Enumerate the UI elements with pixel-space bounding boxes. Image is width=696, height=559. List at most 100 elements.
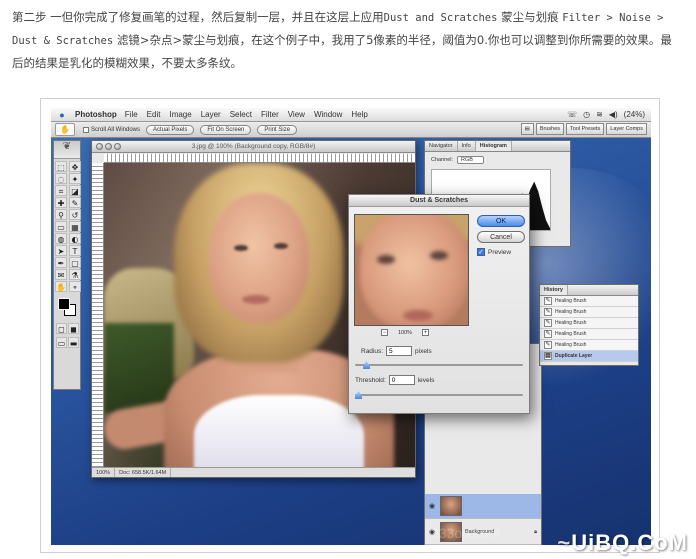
layer-row-copy[interactable]: ◉ — [425, 494, 541, 519]
preview-zoom-level: 100% — [398, 329, 413, 336]
zoom-level[interactable]: 100% — [92, 468, 116, 477]
gradient-tool-icon[interactable]: ▦ — [69, 221, 81, 232]
pen-tool-icon[interactable]: ✒ — [55, 257, 67, 268]
radius-slider[interactable] — [355, 361, 523, 369]
palette-well-icon[interactable]: ▤ — [520, 123, 534, 135]
path-select-tool-icon[interactable]: ➤ — [55, 245, 67, 256]
menu-select[interactable]: Select — [230, 110, 252, 119]
scroll-all-windows-label: Scroll All Windows — [91, 126, 141, 133]
blur-tool-icon[interactable]: ◍ — [55, 233, 67, 244]
app-name[interactable]: Photoshop — [75, 110, 117, 119]
crop-tool-icon[interactable]: ⌗ — [55, 185, 67, 196]
photo-white-top — [194, 395, 364, 467]
tab-histogram[interactable]: Histogram — [475, 141, 512, 151]
zoom-in-button[interactable]: + — [422, 329, 430, 336]
doc-size-info[interactable]: Doc: 658.5K/1.64M — [115, 468, 172, 477]
lock-icon: 🔒︎ — [534, 528, 537, 535]
type-tool-icon[interactable]: T — [69, 245, 81, 256]
well-brushes[interactable]: Brushes — [535, 123, 565, 135]
layer-visibility-eye-icon[interactable]: ◉ — [429, 502, 437, 510]
history-brush-tool-icon[interactable]: ↺ — [69, 209, 81, 220]
history-item[interactable]: ✎ Healing Brush — [540, 296, 638, 307]
wifi-icon[interactable]: ≋ — [596, 110, 603, 119]
hand-tool-icon-tb[interactable]: ✋ — [55, 281, 67, 292]
quick-mask-icon[interactable]: ◼ — [68, 323, 79, 334]
threshold-label: Threshold: — [355, 376, 386, 384]
tab-navigator[interactable]: Navigator — [425, 141, 458, 151]
eraser-tool-icon[interactable]: ▭ — [55, 221, 67, 232]
well-layer-comps[interactable]: Layer Comps — [606, 123, 647, 135]
channel-select[interactable]: RGB — [457, 156, 484, 164]
print-size-button[interactable]: Print Size — [257, 124, 298, 135]
clone-stamp-tool-icon[interactable]: ⚲ — [55, 209, 67, 220]
menu-help[interactable]: Help — [351, 110, 367, 119]
tab-history[interactable]: History — [540, 285, 568, 295]
threshold-input[interactable] — [388, 375, 415, 385]
filter-name-en: Dust and Scratches — [383, 12, 498, 24]
history-item[interactable]: ✎ Healing Brush — [540, 307, 638, 318]
layer-thumbnail — [440, 496, 462, 516]
threshold-slider[interactable] — [355, 391, 523, 399]
notes-tool-icon[interactable]: ✉ — [55, 269, 67, 280]
scroll-all-windows-checkbox[interactable] — [83, 126, 89, 133]
filter-name-cn: 蒙尘与划痕 — [501, 10, 559, 24]
screen-mode-full-icon[interactable]: ▬ — [68, 337, 79, 348]
marquee-tool-icon[interactable]: ⬚ — [55, 161, 67, 172]
menu-bar: ● Photoshop File Edit Image Layer Select… — [51, 108, 651, 122]
cancel-button[interactable]: Cancel — [477, 231, 525, 243]
history-item[interactable]: ✎ Healing Brush — [540, 329, 638, 340]
zoom-out-button[interactable]: − — [381, 329, 388, 336]
document-titlebar[interactable]: 3.jpg @ 100% (Background copy, RGB/8#) — [92, 141, 415, 153]
clock-icon[interactable]: ◷ — [583, 110, 590, 119]
radius-slider-thumb[interactable] — [363, 361, 371, 369]
actual-pixels-button[interactable]: Actual Pixels — [146, 124, 195, 135]
article-line-2: Dust & Scratches 滤镜>杂点>蒙尘与划痕，在这个例子中，我用了5… — [12, 29, 688, 52]
threshold-slider-thumb[interactable] — [355, 391, 362, 399]
minimize-button[interactable] — [105, 143, 112, 150]
foreground-color-swatch[interactable] — [58, 298, 70, 310]
watermark-prefix: ~ — [557, 530, 572, 555]
menu-layer[interactable]: Layer — [201, 110, 221, 119]
zoom-button[interactable] — [114, 143, 121, 150]
radius-input[interactable] — [386, 346, 413, 356]
screen-mode-standard-icon[interactable]: ▭ — [56, 337, 67, 348]
filter-preview[interactable] — [354, 214, 469, 326]
apple-icon[interactable]: ● — [55, 110, 69, 120]
move-tool-icon[interactable]: ✥ — [69, 161, 81, 172]
menu-image[interactable]: Image — [169, 110, 191, 119]
preview-checkbox[interactable]: ✓ — [477, 248, 485, 256]
history-item-selected[interactable]: ▤ Duplicate Layer — [540, 351, 638, 362]
tab-info[interactable]: Info — [458, 141, 476, 151]
fit-on-screen-button[interactable]: Fit On Screen — [200, 124, 252, 135]
battery-status[interactable]: (24%) — [624, 110, 645, 119]
menu-window[interactable]: Window — [314, 110, 342, 119]
dodge-tool-icon[interactable]: ◐ — [69, 233, 81, 244]
history-item[interactable]: ✎ Healing Brush — [540, 340, 638, 351]
menu-edit[interactable]: Edit — [147, 110, 161, 119]
magic-wand-tool-icon[interactable]: ✦ — [69, 173, 81, 184]
lasso-tool-icon[interactable]: ◌ — [55, 173, 67, 184]
menu-file[interactable]: File — [125, 110, 138, 119]
well-tool-presets[interactable]: Tool Presets — [566, 123, 605, 135]
zoom-tool-icon[interactable]: ⚬ — [69, 281, 81, 292]
phone-icon[interactable]: ☏ — [567, 110, 577, 119]
healing-brush-tool-icon[interactable]: ✚ — [55, 197, 67, 208]
shape-tool-icon[interactable]: ▢ — [69, 257, 81, 268]
mac-desktop: ● Photoshop File Edit Image Layer Select… — [51, 108, 651, 545]
menu-view[interactable]: View — [288, 110, 305, 119]
brush-tool-icon[interactable]: ✎ — [69, 197, 81, 208]
tool-preset-picker[interactable]: ✋ — [55, 123, 75, 136]
history-item[interactable]: ✎ Healing Brush — [540, 318, 638, 329]
preview-checkbox-row[interactable]: ✓ Preview — [477, 248, 511, 256]
volume-icon[interactable]: ◀) — [609, 110, 618, 119]
feather-icon[interactable]: ❦ — [54, 141, 80, 159]
slice-tool-icon[interactable]: ◪ — [69, 185, 81, 196]
brush-icon: ✎ — [544, 308, 552, 316]
ok-button[interactable]: OK — [477, 215, 525, 227]
standard-mode-icon[interactable]: ◻ — [56, 323, 67, 334]
color-swatches[interactable] — [54, 296, 80, 320]
dialog-title[interactable]: Dust & Scratches — [349, 195, 529, 207]
menu-filter[interactable]: Filter — [261, 110, 279, 119]
eyedropper-tool-icon[interactable]: ⚗ — [69, 269, 81, 280]
close-button[interactable] — [96, 143, 103, 150]
